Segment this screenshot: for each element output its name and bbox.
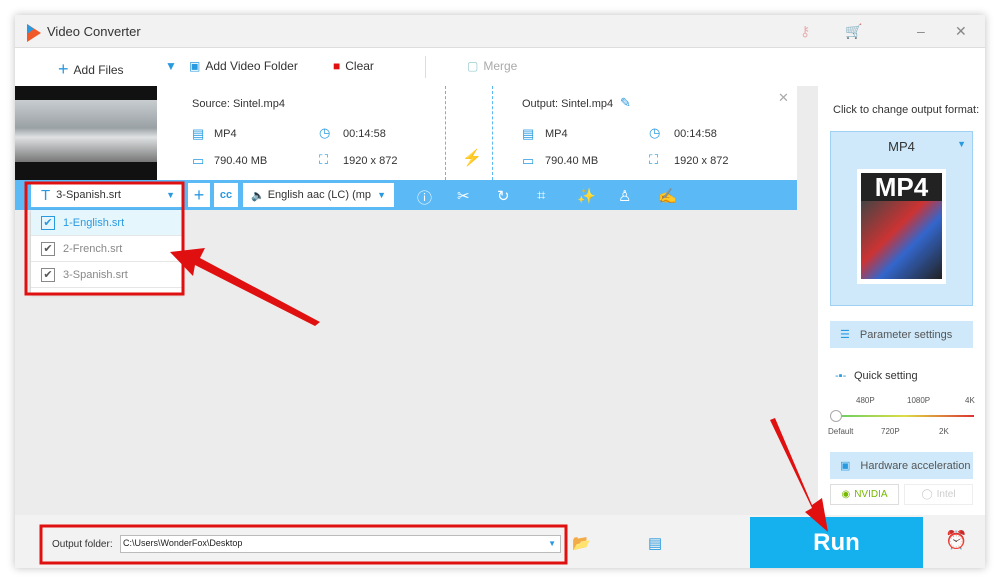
annotation-arrow-subtitles — [170, 248, 320, 326]
annotation-box-subtitles — [24, 181, 185, 296]
annotation-arrow-run — [770, 418, 828, 532]
annotation-overlay — [24, 181, 828, 565]
annotation-box-output-folder — [39, 524, 568, 565]
